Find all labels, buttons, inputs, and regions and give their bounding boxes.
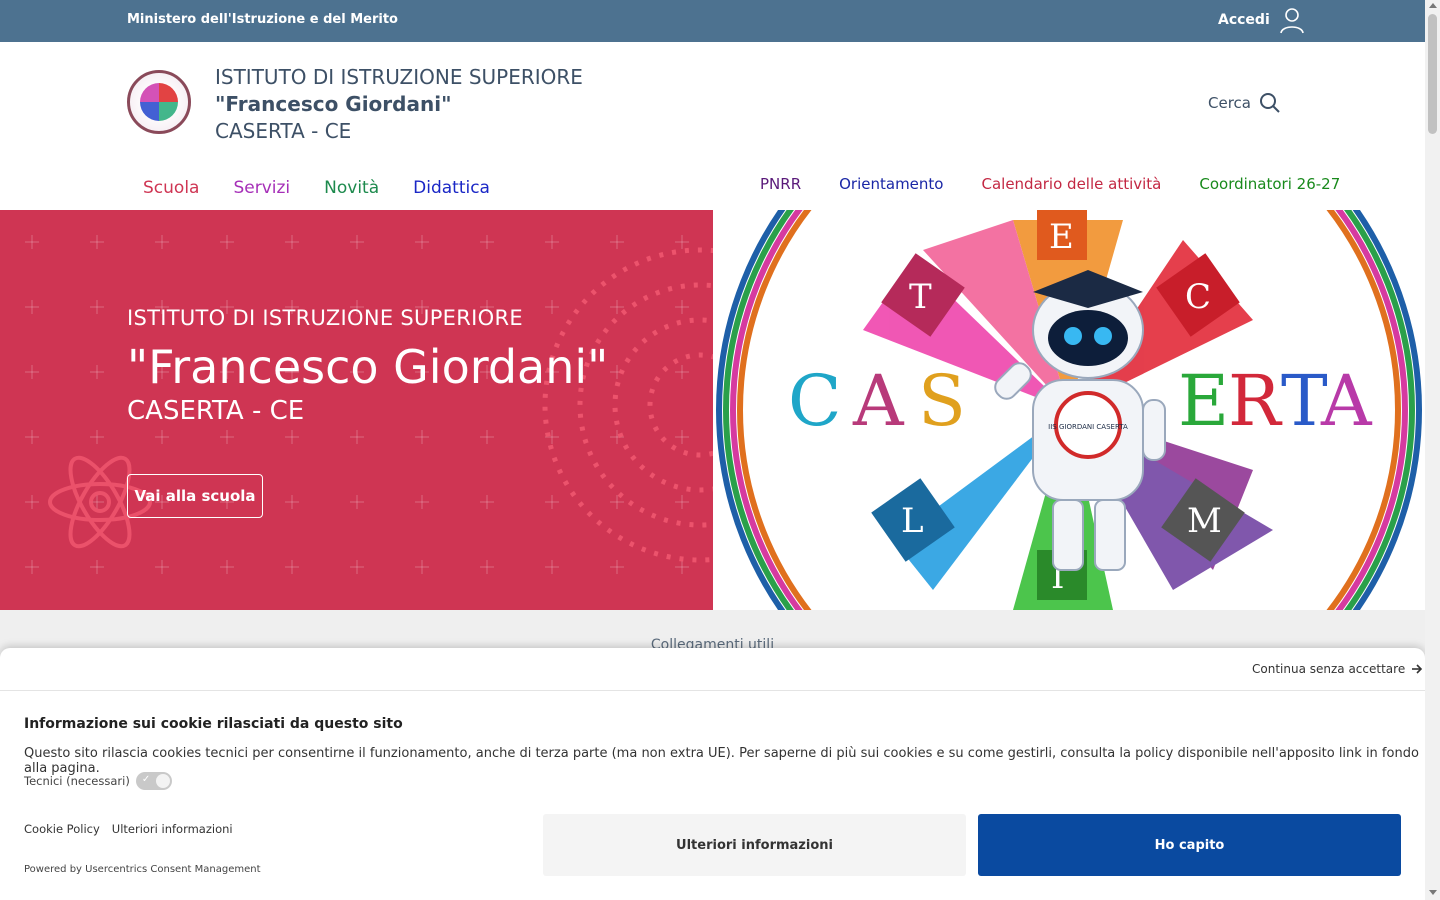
nav-item-didattica[interactable]: Didattica [413,178,490,198]
login-button[interactable]: Accedi [1218,6,1306,34]
scroll-down-arrow[interactable] [1429,890,1437,895]
hero-illustration: C A S E R T A E T C L M I IIS GIORDANI C… [716,210,1422,610]
hero-line2: "Francesco Giordani" [127,340,609,394]
hero-line3: CASERTA - CE [127,396,305,426]
cookie-policy-link[interactable]: Cookie Policy [24,822,100,836]
main-nav: Scuola Servizi Novità Didattica [143,178,490,198]
technical-cookies-toggle[interactable]: ✓ [135,772,172,790]
hero-line1: ISTITUTO DI ISTRUZIONE SUPERIORE [127,306,523,330]
hero-image: C A S E R T A E T C L M I IIS GIORDANI C… [713,210,1425,610]
svg-text:E: E [1049,217,1074,257]
image-letter-c: C [788,360,842,442]
arrow-right-icon [1412,664,1423,674]
scroll-up-arrow[interactable] [1429,3,1437,8]
school-title[interactable]: ISTITUTO DI ISTRUZIONE SUPERIORE "France… [215,64,583,145]
nav-link-coordinatori[interactable]: Coordinatori 26-27 [1199,175,1340,193]
user-icon [1279,8,1304,34]
more-info-link[interactable]: Ulteriori informazioni [112,822,233,836]
hero-banner: ISTITUTO DI ISTRUZIONE SUPERIORE "France… [0,210,713,610]
school-title-line1: ISTITUTO DI ISTRUZIONE SUPERIORE [215,65,583,89]
continue-without-accepting-link[interactable]: Continua senza accettare [1252,662,1423,676]
image-letter-s: S [918,360,966,442]
image-letter-a1: A [852,360,905,442]
scrollbar-thumb[interactable] [1428,14,1437,134]
search-icon [1259,93,1280,113]
technical-cookies-label: Tecnici (necessari) [24,774,130,788]
svg-text:T: T [909,277,932,317]
image-letter-e: E [1178,360,1229,442]
search-label: Cerca [1208,94,1251,112]
hero-text: ISTITUTO DI ISTRUZIONE SUPERIORE "France… [127,306,608,426]
search-button[interactable]: Cerca [1208,92,1281,114]
nav-link-calendario[interactable]: Calendario delle attività [981,175,1161,193]
top-bar: Ministero dell'Istruzione e del Merito A… [0,0,1425,42]
toggle-knob [155,774,170,788]
nav-item-novita[interactable]: Novità [324,178,379,198]
page-scrollbar[interactable] [1425,0,1440,900]
logo-emblem [140,83,178,121]
image-letter-r: R [1228,360,1283,442]
ministry-link[interactable]: Ministero dell'Istruzione e del Merito [127,12,398,27]
image-badge-text: IIS GIORDANI CASERTA [1048,423,1128,431]
cookie-links: Cookie Policy Ulteriori informazioni [24,822,233,836]
accept-button[interactable]: Ho capito [978,814,1401,876]
nav-link-orientamento[interactable]: Orientamento [839,175,943,193]
nav-item-scuola[interactable]: Scuola [143,178,199,198]
image-letter-a2: A [1320,360,1373,442]
site-header: ISTITUTO DI ISTRUZIONE SUPERIORE "France… [0,42,1425,210]
svg-text:L: L [901,501,924,541]
cookie-heading: Informazione sui cookie rilasciati da qu… [24,716,403,732]
continue-label: Continua senza accettare [1252,662,1406,676]
check-icon: ✓ [141,774,151,785]
powered-by-text: Powered by Usercentrics Consent Manageme… [24,864,261,875]
banner-divider [0,690,1425,691]
cookie-banner: Continua senza accettare Informazione su… [0,648,1425,900]
go-to-school-button[interactable]: Vai alla scuola [127,474,263,518]
login-label: Accedi [1218,12,1270,28]
secondary-nav: PNRR Orientamento Calendario delle attiv… [760,175,1340,193]
school-title-line2: "Francesco Giordani" [215,92,452,116]
nav-item-servizi[interactable]: Servizi [233,178,290,198]
nav-link-pnrr[interactable]: PNRR [760,175,801,193]
school-logo[interactable] [127,70,191,134]
svg-text:M: M [1187,501,1222,541]
school-title-line3: CASERTA - CE [215,119,352,143]
svg-text:C: C [1185,277,1211,317]
cookie-description: Questo sito rilascia cookies tecnici per… [24,746,1419,776]
more-info-button[interactable]: Ulteriori informazioni [543,814,966,876]
technical-cookies-row: Tecnici (necessari) ✓ [24,772,172,790]
